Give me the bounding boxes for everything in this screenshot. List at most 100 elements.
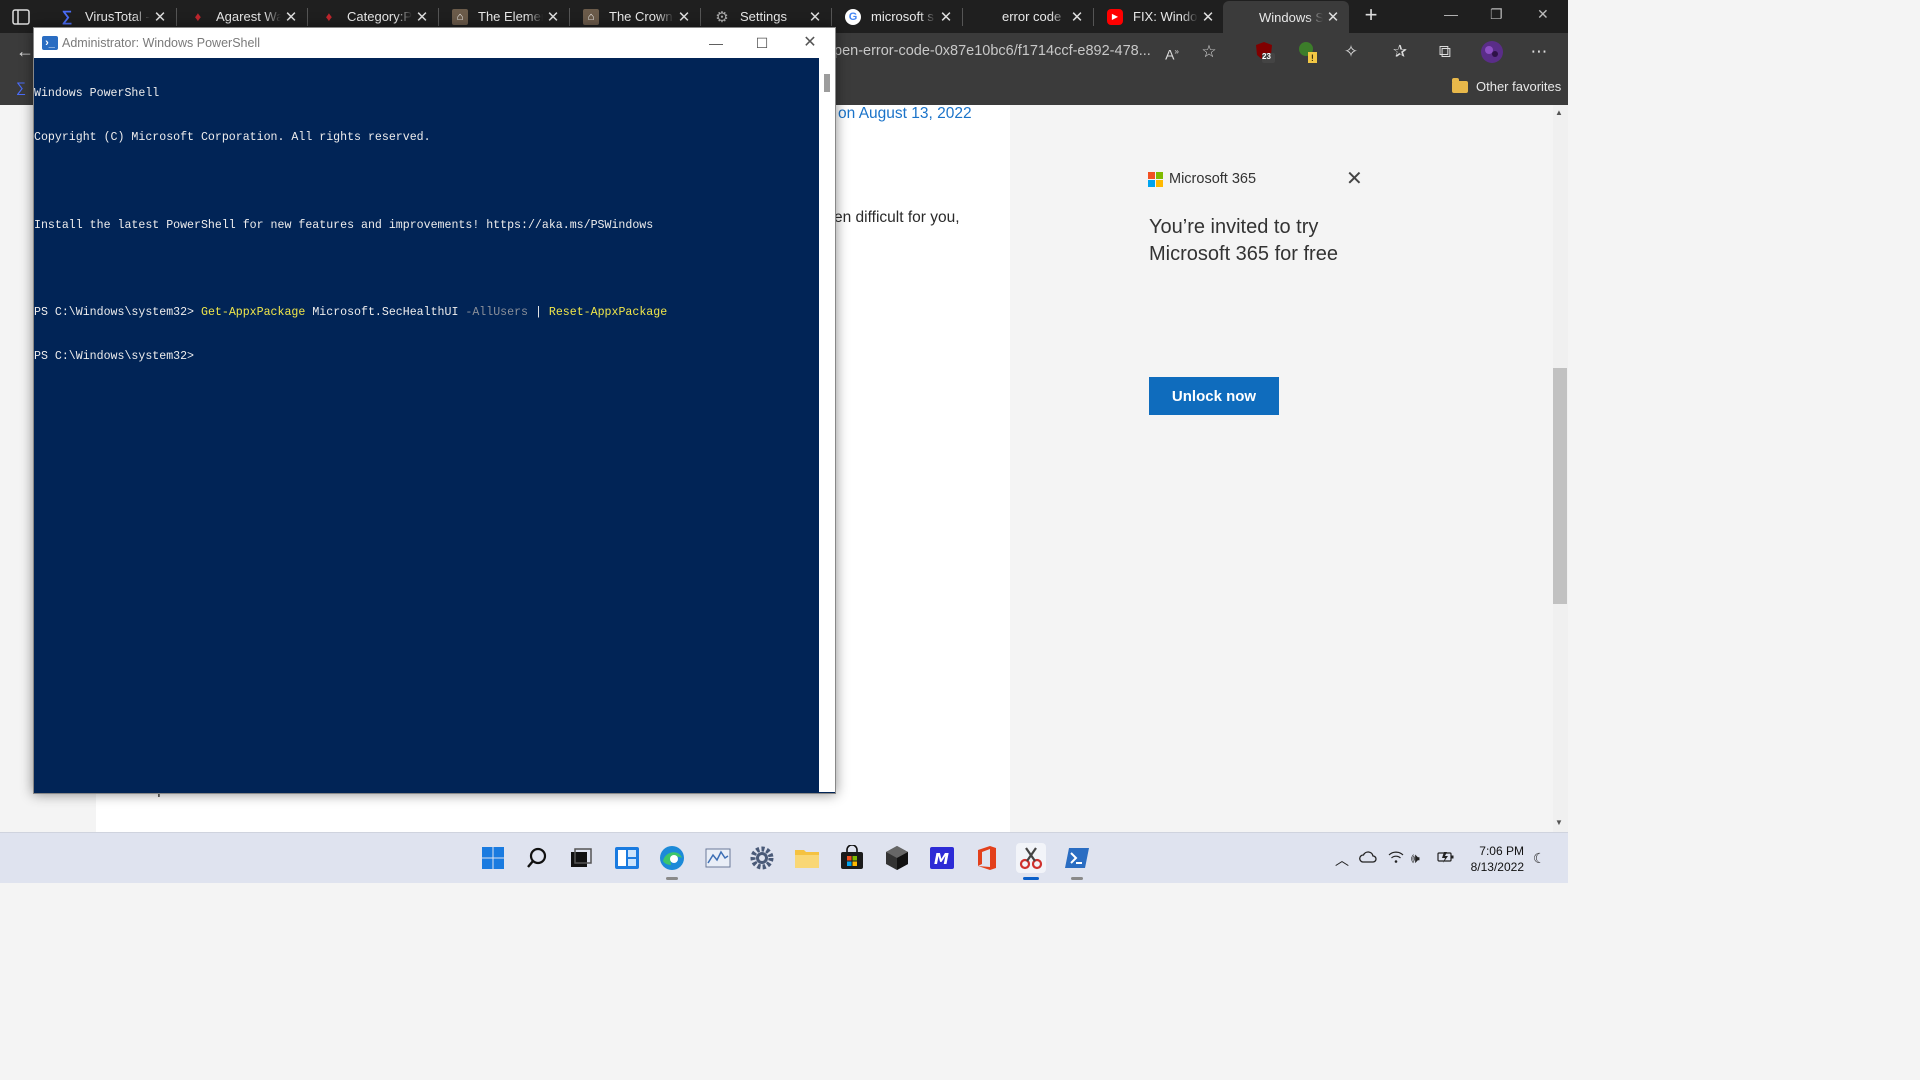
onedrive-cloud-icon[interactable] (1359, 850, 1377, 866)
powershell-taskbar-icon[interactable] (1062, 843, 1092, 880)
tab-label: VirusTotal - (85, 9, 150, 24)
cathedral-icon: ⌂ (583, 8, 599, 25)
tab-label: Windows S (1259, 9, 1323, 25)
cathedral-icon: ⌂ (452, 8, 468, 25)
tab-microsoft-search[interactable]: G microsoft s ✕ (835, 2, 963, 31)
wiki-icon: ♦ (194, 9, 202, 24)
file-explorer-icon[interactable] (792, 843, 822, 873)
collections-icon[interactable]: ⧉ (1433, 40, 1457, 64)
extension-warning-icon[interactable]: ! (1296, 40, 1320, 64)
widgets-icon[interactable] (612, 843, 642, 873)
other-favorites[interactable]: Other favorites (1452, 77, 1562, 94)
tab-label: Settings (740, 9, 787, 24)
tab-actions-icon[interactable] (10, 6, 32, 28)
post-date-link[interactable]: on August 13, 2022 (838, 105, 972, 123)
close-tab-icon[interactable]: ✕ (674, 8, 694, 26)
close-tab-icon[interactable]: ✕ (1067, 8, 1087, 26)
extensions-icon[interactable]: ✧ (1339, 40, 1363, 64)
svg-text:M: M (934, 850, 949, 868)
more-options-icon[interactable]: ⋯ (1527, 40, 1551, 64)
windows-logo-icon (976, 9, 992, 25)
task-view-icon[interactable] (566, 843, 596, 873)
scroll-down-icon[interactable]: ▼ (1555, 818, 1563, 827)
close-tab-icon[interactable]: ✕ (936, 8, 956, 26)
other-favorites-label: Other favorites (1476, 79, 1562, 94)
ps-maximize-button[interactable]: ☐ (747, 32, 777, 54)
add-favorite-icon[interactable]: ☆ (1197, 40, 1221, 64)
unlock-now-button[interactable]: Unlock now (1149, 377, 1279, 415)
tab-label: FIX: Windo (1133, 9, 1198, 24)
settings-gear-icon[interactable] (747, 843, 777, 873)
tab-label: Category:Pa (347, 9, 412, 24)
tab-label: error code (1002, 9, 1062, 24)
ublock-extension-icon[interactable]: 23 (1252, 40, 1276, 64)
powershell-window[interactable]: ›_ Administrator: Windows PowerShell — ☐… (33, 27, 836, 794)
close-tab-icon[interactable]: ✕ (412, 8, 432, 26)
article-text: en difficult for you, (834, 209, 960, 226)
wifi-icon[interactable] (1388, 850, 1404, 867)
youtube-icon: ▶ (1107, 8, 1123, 25)
task-manager-icon[interactable] (703, 843, 733, 873)
console-scrollbar[interactable] (819, 58, 835, 792)
cube-app-icon[interactable] (882, 843, 912, 873)
edge-browser-icon[interactable] (657, 843, 687, 880)
tab-windows-security-active[interactable]: Windows S ✕ (1223, 1, 1349, 33)
console-command-line: PS C:\Windows\system32> Get-AppxPackage … (34, 306, 819, 321)
show-hidden-icons-chevron-icon[interactable]: ︿ (1335, 850, 1349, 870)
close-tab-icon[interactable]: ✕ (150, 8, 170, 26)
command-parameter: -AllUsers (465, 306, 529, 320)
microsoft-logo-icon (1148, 171, 1163, 187)
scroll-up-icon[interactable]: ▲ (1555, 108, 1563, 117)
restore-button[interactable]: ❐ (1490, 6, 1503, 23)
tab-error-code[interactable]: error code ✕ (966, 2, 1094, 31)
close-tab-icon[interactable]: ✕ (1323, 8, 1343, 26)
clock-time: 7:06 PM (1479, 844, 1524, 858)
profile-avatar[interactable] (1480, 40, 1504, 64)
folder-icon (1452, 77, 1468, 93)
minimize-button[interactable]: — (1444, 6, 1458, 22)
tab-fix-windows[interactable]: ▶ FIX: Windo ✕ (1097, 2, 1224, 31)
close-tab-icon[interactable]: ✕ (281, 8, 301, 26)
focus-assist-moon-icon[interactable]: ☾ (1533, 850, 1546, 867)
close-tab-icon[interactable]: ✕ (543, 8, 563, 26)
close-browser-button[interactable]: ✕ (1537, 6, 1549, 23)
taskbar: M ︿ 🕪 7:06 PM 8/13/2022 ☾ (0, 832, 1568, 883)
close-ad-icon[interactable]: ✕ (1346, 166, 1363, 191)
favorites-icon[interactable]: ✰ (1388, 40, 1412, 64)
new-tab-button[interactable]: + (1360, 4, 1382, 28)
console-prompt-line[interactable]: PS C:\Windows\system32> (34, 350, 819, 365)
powershell-title: Administrator: Windows PowerShell (62, 36, 260, 50)
virustotal-favorite-icon[interactable]: ∑ (16, 79, 34, 97)
console-line-empty (34, 175, 819, 190)
office-icon[interactable] (972, 843, 1002, 873)
url-field[interactable]: pen-error-code-0x87e10bc6/f1714ccf-e892-… (834, 43, 1151, 59)
close-tab-icon[interactable]: ✕ (1198, 8, 1218, 26)
extension-badge: 23 (1262, 52, 1271, 61)
console-scroll-thumb[interactable] (824, 74, 830, 92)
ps-minimize-button[interactable]: — (701, 32, 731, 54)
maxon-app-icon[interactable]: M (927, 843, 957, 873)
volume-icon[interactable]: 🕪 (1411, 850, 1420, 867)
powershell-title-bar[interactable]: ›_ Administrator: Windows PowerShell — ☐… (34, 28, 835, 58)
command-reset-appxpackage: Reset-AppxPackage (548, 306, 668, 320)
page-scroll-thumb[interactable] (1553, 368, 1567, 604)
gear-icon: ⚙ (715, 8, 729, 26)
search-icon[interactable] (522, 843, 552, 873)
ad-brand: Microsoft 365 (1148, 171, 1256, 187)
windows-logo-icon (1233, 9, 1249, 25)
ps-close-button[interactable]: ✕ (795, 32, 825, 54)
ad-title: You’re invited to try Microsoft 365 for … (1149, 216, 1338, 265)
pipe-operator: | (528, 306, 549, 320)
powershell-icon: ›_ (42, 36, 58, 50)
read-aloud-icon[interactable]: A» (1160, 40, 1184, 64)
microsoft-store-icon[interactable] (837, 843, 867, 873)
console-line: Windows PowerShell (34, 87, 160, 101)
battery-charging-icon[interactable] (1437, 850, 1455, 867)
ad-brand-label: Microsoft 365 (1169, 171, 1257, 187)
console-output[interactable]: Windows PowerShell Copyright (C) Microso… (34, 58, 819, 792)
snipping-tool-icon[interactable] (1016, 843, 1046, 880)
start-windows-icon[interactable] (478, 843, 508, 873)
back-arrow-icon[interactable]: ← (16, 41, 34, 62)
system-clock[interactable]: 7:06 PM 8/13/2022 (1466, 843, 1524, 875)
close-tab-icon[interactable]: ✕ (805, 8, 825, 26)
